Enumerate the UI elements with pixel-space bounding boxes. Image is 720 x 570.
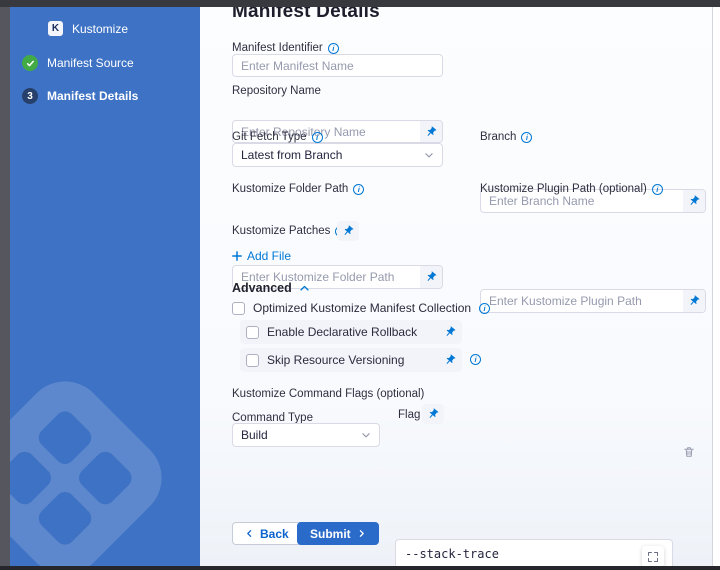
declarative-rollback-checkbox[interactable] [246,326,259,339]
chevron-down-icon [424,150,434,160]
kustomize-patches-label: Kustomize Patches i [232,225,346,237]
pin-icon[interactable] [337,221,359,241]
info-icon[interactable]: i [312,132,323,143]
pin-icon[interactable] [420,121,442,142]
command-flags-heading: Kustomize Command Flags (optional) [232,388,424,400]
pin-icon[interactable] [444,354,456,366]
step-label: Kustomize [72,22,128,36]
step-label: Manifest Source [47,56,134,70]
step-number-badge: 3 [22,88,38,104]
submit-button[interactable]: Submit [297,522,379,545]
skip-resource-versioning-label: Skip Resource Versioning [267,353,404,367]
info-icon[interactable]: i [353,184,364,195]
flag-input[interactable]: --stack-trace [395,539,673,566]
flag-value: --stack-trace [405,547,499,561]
harness-logo-watermark [10,365,178,570]
step-label: Manifest Details [47,89,138,103]
chevron-right-icon [357,529,366,538]
command-type-select[interactable]: Build [232,423,380,447]
advanced-section-toggle[interactable]: Advanced [232,281,310,295]
info-icon[interactable]: i [479,303,490,314]
kustomize-plugin-path-label: Kustomize Plugin Path (optional) i [480,183,663,195]
optimized-collection-label: Optimized Kustomize Manifest Collection [253,301,471,315]
git-fetch-type-select[interactable]: Latest from Branch [232,143,443,167]
optimized-collection-checkbox[interactable] [232,302,245,315]
manifest-identifier-label: Manifest Identifier i [232,42,339,54]
kustomize-folder-path-label: Kustomize Folder Path i [232,183,364,195]
chevron-left-icon [245,529,254,538]
top-window-strip [0,0,720,7]
kustomize-plugin-path-input[interactable] [480,289,706,313]
step-kustomize[interactable]: K Kustomize [48,21,128,36]
pin-icon[interactable] [444,326,456,338]
branch-label: Branch i [480,131,532,143]
expand-icon[interactable] [642,546,664,566]
back-button[interactable]: Back [232,522,302,545]
flag-label: Flag [398,409,420,421]
pin-icon[interactable] [683,290,705,312]
info-icon[interactable]: i [470,354,481,365]
skip-resource-versioning-checkbox[interactable] [246,354,259,367]
check-icon [22,55,38,71]
kustomize-icon: K [48,21,63,36]
git-fetch-type-label: Git Fetch Type i [232,131,323,143]
trash-icon[interactable] [682,445,696,459]
pin-icon[interactable] [683,190,705,212]
pin-icon[interactable] [422,404,444,424]
chevron-down-icon [361,430,371,440]
page-title: Manifest Details [232,7,380,23]
step-manifest-source[interactable]: Manifest Source [22,55,134,71]
wizard-sidebar: Manifest Type K Kustomize Manifest Sourc… [10,0,200,570]
add-file-button[interactable]: Add File [232,249,291,263]
manifest-identifier-input[interactable] [232,54,443,77]
step-manifest-details[interactable]: 3 Manifest Details [22,88,138,104]
declarative-rollback-label: Enable Declarative Rollback [267,325,417,339]
app-window: Manifest Type K Kustomize Manifest Sourc… [0,0,720,570]
plus-icon [232,251,242,261]
bottom-window-strip [0,566,720,570]
pin-icon[interactable] [420,266,442,288]
info-icon[interactable]: i [521,132,532,143]
info-icon[interactable]: i [328,43,339,54]
background-page-strip [0,0,10,570]
repository-name-label: Repository Name [232,85,321,97]
manifest-details-panel: Manifest Details Manifest Identifier i R… [200,7,712,566]
chevron-up-icon [299,283,310,294]
scrollbar[interactable] [712,7,720,566]
info-icon[interactable]: i [652,184,663,195]
